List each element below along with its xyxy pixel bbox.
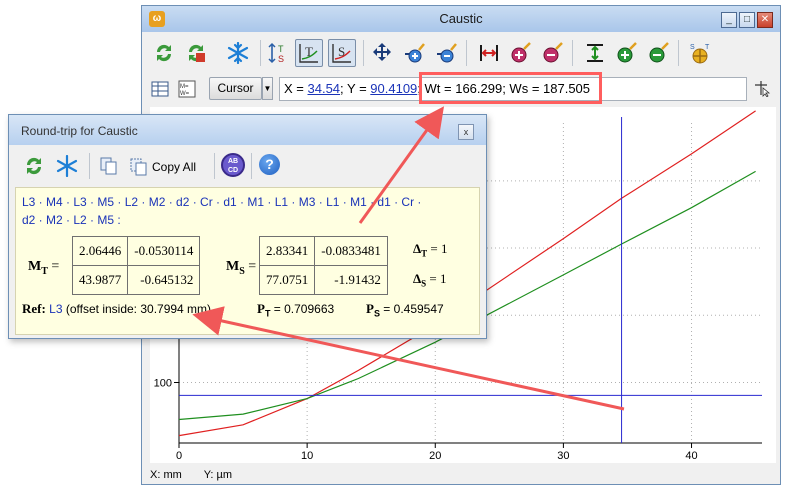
ms-matrix: 2.83341 -0.0833481 77.0751 -1.91432 <box>258 236 388 295</box>
s-graph-icon[interactable]: S <box>328 39 356 67</box>
highlight-box <box>419 72 602 104</box>
svg-text:S: S <box>278 54 284 64</box>
ms-b: -0.0833481 <box>314 236 388 266</box>
table-icon[interactable] <box>146 75 174 103</box>
reference-line: Ref: L3 (offset inside: 30.7994 mm) <box>22 301 211 317</box>
ts-cursor-icon[interactable]: ST <box>686 39 714 67</box>
ms-label: MS = <box>226 259 257 277</box>
roundtrip-window: Round-trip for Caustic x Copy All AB CD … <box>8 114 487 339</box>
toolbar-separator <box>260 40 261 66</box>
pt-value: PT = 0.709663 <box>257 301 335 319</box>
toolbar-separator <box>466 40 467 66</box>
ref-offset: (offset inside: 30.7994 mm) <box>62 302 212 316</box>
toolbar-separator <box>89 153 90 179</box>
window-title: Caustic <box>439 11 483 26</box>
status-bar: X: mm Y: µm <box>150 469 232 481</box>
sequence-line-2: d2 · M2 · L2 · M5 : <box>22 213 121 227</box>
copy-all-button[interactable]: Copy All <box>129 157 215 177</box>
help-icon[interactable]: ? <box>259 154 280 175</box>
x-tick-label: 30 <box>557 450 569 462</box>
toolbar-separator <box>251 153 252 179</box>
svg-text:M=: M= <box>180 84 189 90</box>
close-button[interactable]: ✕ <box>757 12 773 28</box>
mt-matrix: 2.06446 -0.0530114 43.9877 -0.645132 <box>71 236 201 295</box>
x-unit-label: X: mm <box>150 469 182 481</box>
roundtrip-close-button[interactable]: x <box>458 124 474 140</box>
mt-d: -0.645132 <box>127 265 201 295</box>
ms-c: 77.0751 <box>258 265 316 295</box>
refresh-red-icon[interactable] <box>182 39 210 67</box>
roundtrip-title: Round-trip for Caustic <box>21 124 138 138</box>
refresh-icon[interactable] <box>150 39 178 67</box>
t-graph-icon[interactable]: T <box>295 39 323 67</box>
y-value-link[interactable]: 90.4109 <box>370 81 417 96</box>
mt-c: 43.9877 <box>71 265 129 295</box>
toolbar-separator <box>363 40 364 66</box>
zoom-out-icon[interactable] <box>538 39 566 67</box>
x-tick-label: 20 <box>429 450 441 462</box>
sequence-line-1: L3 · M4 · L3 · M5 · L2 · M2 · d2 · Cr · … <box>22 195 422 209</box>
y-tick-label: 100 <box>154 377 172 389</box>
toolbar-separator <box>214 153 215 179</box>
mt-a: 2.06446 <box>71 236 129 266</box>
ms-a: 2.83341 <box>258 236 316 266</box>
refresh-icon[interactable] <box>20 152 48 180</box>
roundtrip-content: L3 · M4 · L3 · M5 · L2 · M2 · d2 · Cr · … <box>15 187 480 335</box>
ms-d: -1.91432 <box>314 265 388 295</box>
mt-b: -0.0530114 <box>127 236 201 266</box>
matrix-info-icon[interactable]: M= W= <box>173 75 201 103</box>
fit-y-icon[interactable] <box>581 39 609 67</box>
minimize-button[interactable]: _ <box>721 12 737 28</box>
x-tick-label: 0 <box>176 450 182 462</box>
zoom-in-x-icon[interactable] <box>400 39 428 67</box>
zoom-in-y-icon[interactable] <box>612 39 640 67</box>
zoom-out-y-icon[interactable] <box>644 39 672 67</box>
x-tick-label: 40 <box>685 450 697 462</box>
svg-text:S: S <box>690 44 695 51</box>
freeze-icon[interactable] <box>53 152 81 180</box>
maximize-button[interactable]: □ <box>739 12 755 28</box>
cursor-button[interactable]: Cursor <box>209 77 262 100</box>
mt-label: MT = <box>28 259 60 277</box>
y-label: ; Y = <box>340 81 371 96</box>
x-value-link[interactable]: 34.54 <box>308 81 341 96</box>
ref-label: Ref: <box>22 301 46 316</box>
svg-text:T: T <box>705 44 710 51</box>
ts-swap-icon[interactable]: TS <box>264 39 292 67</box>
toolbar-separator <box>678 40 679 66</box>
x-tick-label: 10 <box>301 450 313 462</box>
freeze-icon[interactable] <box>224 39 252 67</box>
abcd-icon[interactable]: AB CD <box>221 153 245 177</box>
delta-s: ΔS = 1 <box>413 271 447 289</box>
svg-text:W=: W= <box>180 91 190 97</box>
fit-all-icon[interactable] <box>368 39 396 67</box>
ps-value: PS = 0.459547 <box>366 301 444 319</box>
copy-icon[interactable] <box>95 152 123 180</box>
copy-all-icon <box>130 158 147 176</box>
y-unit-label: Y: µm <box>203 469 233 481</box>
x-label: X = <box>284 81 308 96</box>
cursor-pointer-icon[interactable] <box>753 79 771 98</box>
toolbar-separator <box>572 40 573 66</box>
copy-all-label: Copy All <box>152 160 197 174</box>
zoom-out-x-icon[interactable] <box>432 39 460 67</box>
zoom-in-icon[interactable] <box>506 39 534 67</box>
delta-t: ΔT = 1 <box>413 241 448 259</box>
cursor-dropdown-arrow[interactable]: ▼ <box>262 77 273 100</box>
svg-text:T: T <box>278 44 284 54</box>
fit-x-icon[interactable] <box>475 39 503 67</box>
ref-element-link[interactable]: L3 <box>49 302 62 316</box>
